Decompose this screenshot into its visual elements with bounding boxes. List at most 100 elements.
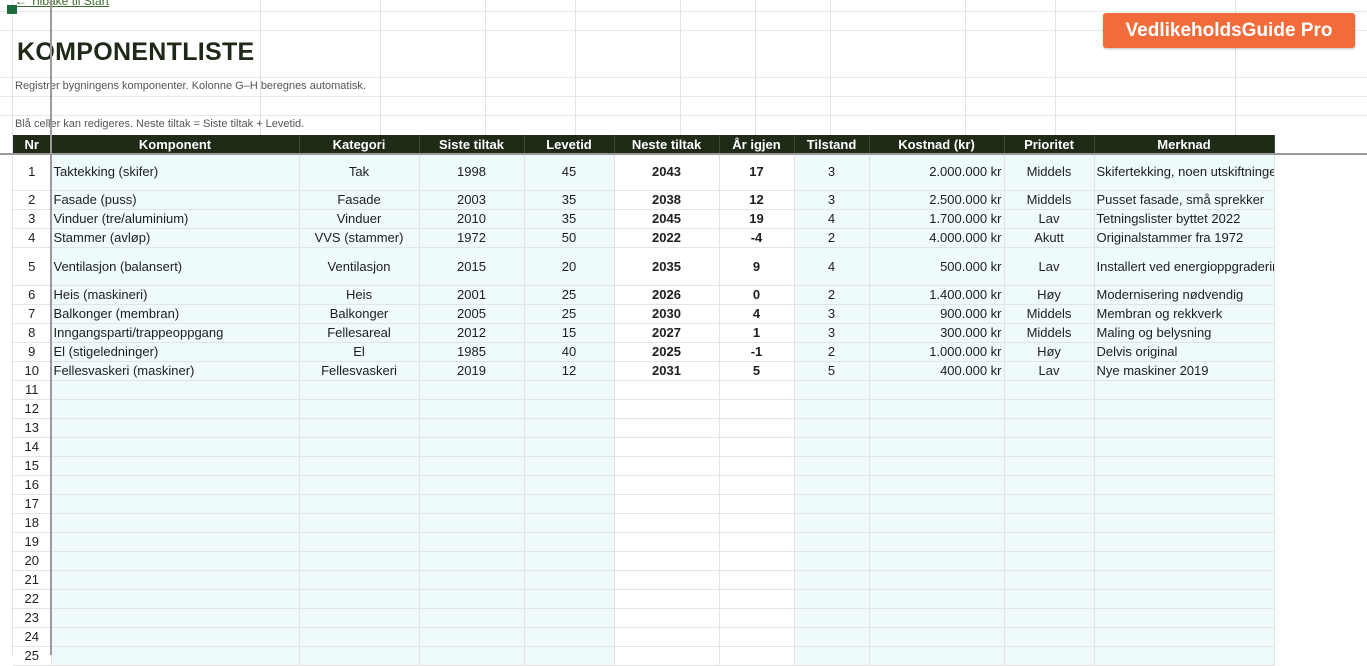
cell-siste[interactable] [419, 551, 525, 571]
cell-aar[interactable]: 1 [719, 323, 795, 343]
cell-prioritet[interactable] [1004, 570, 1095, 590]
cell-aar[interactable] [719, 608, 795, 628]
cell-siste[interactable]: 2015 [419, 247, 525, 286]
cell-merknad[interactable]: Tetningslister byttet 2022 [1094, 209, 1275, 229]
cell-prioritet[interactable]: Akutt [1004, 228, 1095, 248]
cell-aar[interactable] [719, 437, 795, 457]
cell-tilstand[interactable] [794, 437, 870, 457]
cell-komponent[interactable] [51, 608, 300, 628]
column-header-tilstand[interactable]: Tilstand [794, 135, 870, 153]
cell-neste[interactable]: 2031 [614, 361, 720, 381]
cell-prioritet[interactable] [1004, 456, 1095, 476]
cell-nr[interactable]: 1 [13, 153, 52, 191]
cell-levetid[interactable] [524, 532, 615, 552]
cell-levetid[interactable] [524, 627, 615, 647]
cell-levetid[interactable] [524, 570, 615, 590]
cell-kostnad[interactable]: 1.000.000 kr [869, 342, 1005, 362]
column-header-kostnad[interactable]: Kostnad (kr) [869, 135, 1005, 153]
cell-tilstand[interactable]: 3 [794, 323, 870, 343]
cell-nr[interactable]: 7 [13, 304, 52, 324]
cell-prioritet[interactable]: Middels [1004, 153, 1095, 191]
cell-kategori[interactable] [299, 627, 420, 647]
cell-kostnad[interactable] [869, 570, 1005, 590]
cell-kategori[interactable]: Ventilasjon [299, 247, 420, 286]
cell-kategori[interactable]: Tak [299, 153, 420, 191]
cell-neste[interactable]: 2035 [614, 247, 720, 286]
cell-aar[interactable] [719, 627, 795, 647]
cell-siste[interactable]: 2005 [419, 304, 525, 324]
cell-kategori[interactable] [299, 475, 420, 495]
cell-kostnad[interactable]: 1.700.000 kr [869, 209, 1005, 229]
column-header-siste-tiltak[interactable]: Siste tiltak [419, 135, 525, 153]
cell-prioritet[interactable] [1004, 646, 1095, 666]
cell-tilstand[interactable] [794, 589, 870, 609]
cell-kostnad[interactable] [869, 380, 1005, 400]
cell-merknad[interactable] [1094, 513, 1275, 533]
cell-kategori[interactable] [299, 456, 420, 476]
column-header-komponent[interactable]: Komponent [51, 135, 300, 153]
cell-neste[interactable]: 2038 [614, 190, 720, 210]
cell-komponent[interactable] [51, 589, 300, 609]
cell-prioritet[interactable]: Lav [1004, 361, 1095, 381]
column-header-ar-igjen[interactable]: År igjen [719, 135, 795, 153]
cell-levetid[interactable]: 15 [524, 323, 615, 343]
cell-komponent[interactable]: Heis (maskineri) [51, 285, 300, 305]
cell-tilstand[interactable] [794, 646, 870, 666]
cell-komponent[interactable] [51, 532, 300, 552]
cell-nr[interactable]: 19 [13, 532, 52, 552]
cell-siste[interactable] [419, 532, 525, 552]
cell-komponent[interactable] [51, 570, 300, 590]
cell-kategori[interactable] [299, 380, 420, 400]
cell-komponent[interactable] [51, 437, 300, 457]
cell-kategori[interactable] [299, 608, 420, 628]
cell-prioritet[interactable]: Middels [1004, 190, 1095, 210]
cell-kategori[interactable] [299, 418, 420, 438]
cell-nr[interactable]: 2 [13, 190, 52, 210]
cell-prioritet[interactable]: Lav [1004, 209, 1095, 229]
cell-kategori[interactable]: VVS (stammer) [299, 228, 420, 248]
column-header-merknad[interactable]: Merknad [1094, 135, 1275, 153]
cell-prioritet[interactable] [1004, 494, 1095, 514]
cell-merknad[interactable]: Maling og belysning [1094, 323, 1275, 343]
cell-levetid[interactable]: 25 [524, 285, 615, 305]
cell-nr[interactable]: 4 [13, 228, 52, 248]
cell-merknad[interactable]: Originalstammer fra 1972 [1094, 228, 1275, 248]
cell-merknad[interactable] [1094, 380, 1275, 400]
cell-tilstand[interactable] [794, 608, 870, 628]
cell-levetid[interactable]: 12 [524, 361, 615, 381]
cell-kostnad[interactable]: 400.000 kr [869, 361, 1005, 381]
cell-merknad[interactable] [1094, 494, 1275, 514]
cell-prioritet[interactable] [1004, 608, 1095, 628]
cell-siste[interactable] [419, 380, 525, 400]
cell-kostnad[interactable] [869, 494, 1005, 514]
cell-kategori[interactable] [299, 589, 420, 609]
cell-aar[interactable] [719, 494, 795, 514]
cell-kategori[interactable] [299, 532, 420, 552]
cell-kategori[interactable]: Balkonger [299, 304, 420, 324]
cell-aar[interactable] [719, 475, 795, 495]
cell-siste[interactable] [419, 627, 525, 647]
cell-levetid[interactable] [524, 475, 615, 495]
column-header-neste-tiltak[interactable]: Neste tiltak [614, 135, 720, 153]
cell-prioritet[interactable] [1004, 399, 1095, 419]
cell-tilstand[interactable]: 5 [794, 361, 870, 381]
cell-merknad[interactable] [1094, 456, 1275, 476]
cell-merknad[interactable] [1094, 589, 1275, 609]
cell-kategori[interactable] [299, 551, 420, 571]
cell-tilstand[interactable] [794, 513, 870, 533]
cell-neste[interactable]: 2026 [614, 285, 720, 305]
cell-neste[interactable] [614, 570, 720, 590]
cell-kostnad[interactable] [869, 608, 1005, 628]
cell-levetid[interactable] [524, 418, 615, 438]
cell-merknad[interactable]: Delvis original [1094, 342, 1275, 362]
cell-levetid[interactable]: 50 [524, 228, 615, 248]
cell-merknad[interactable] [1094, 437, 1275, 457]
cell-nr[interactable]: 8 [13, 323, 52, 343]
cell-nr[interactable]: 10 [13, 361, 52, 381]
cell-siste[interactable]: 2003 [419, 190, 525, 210]
cell-aar[interactable]: 17 [719, 153, 795, 191]
cell-levetid[interactable] [524, 608, 615, 628]
cell-kategori[interactable] [299, 399, 420, 419]
cell-tilstand[interactable]: 2 [794, 228, 870, 248]
cell-tilstand[interactable] [794, 456, 870, 476]
